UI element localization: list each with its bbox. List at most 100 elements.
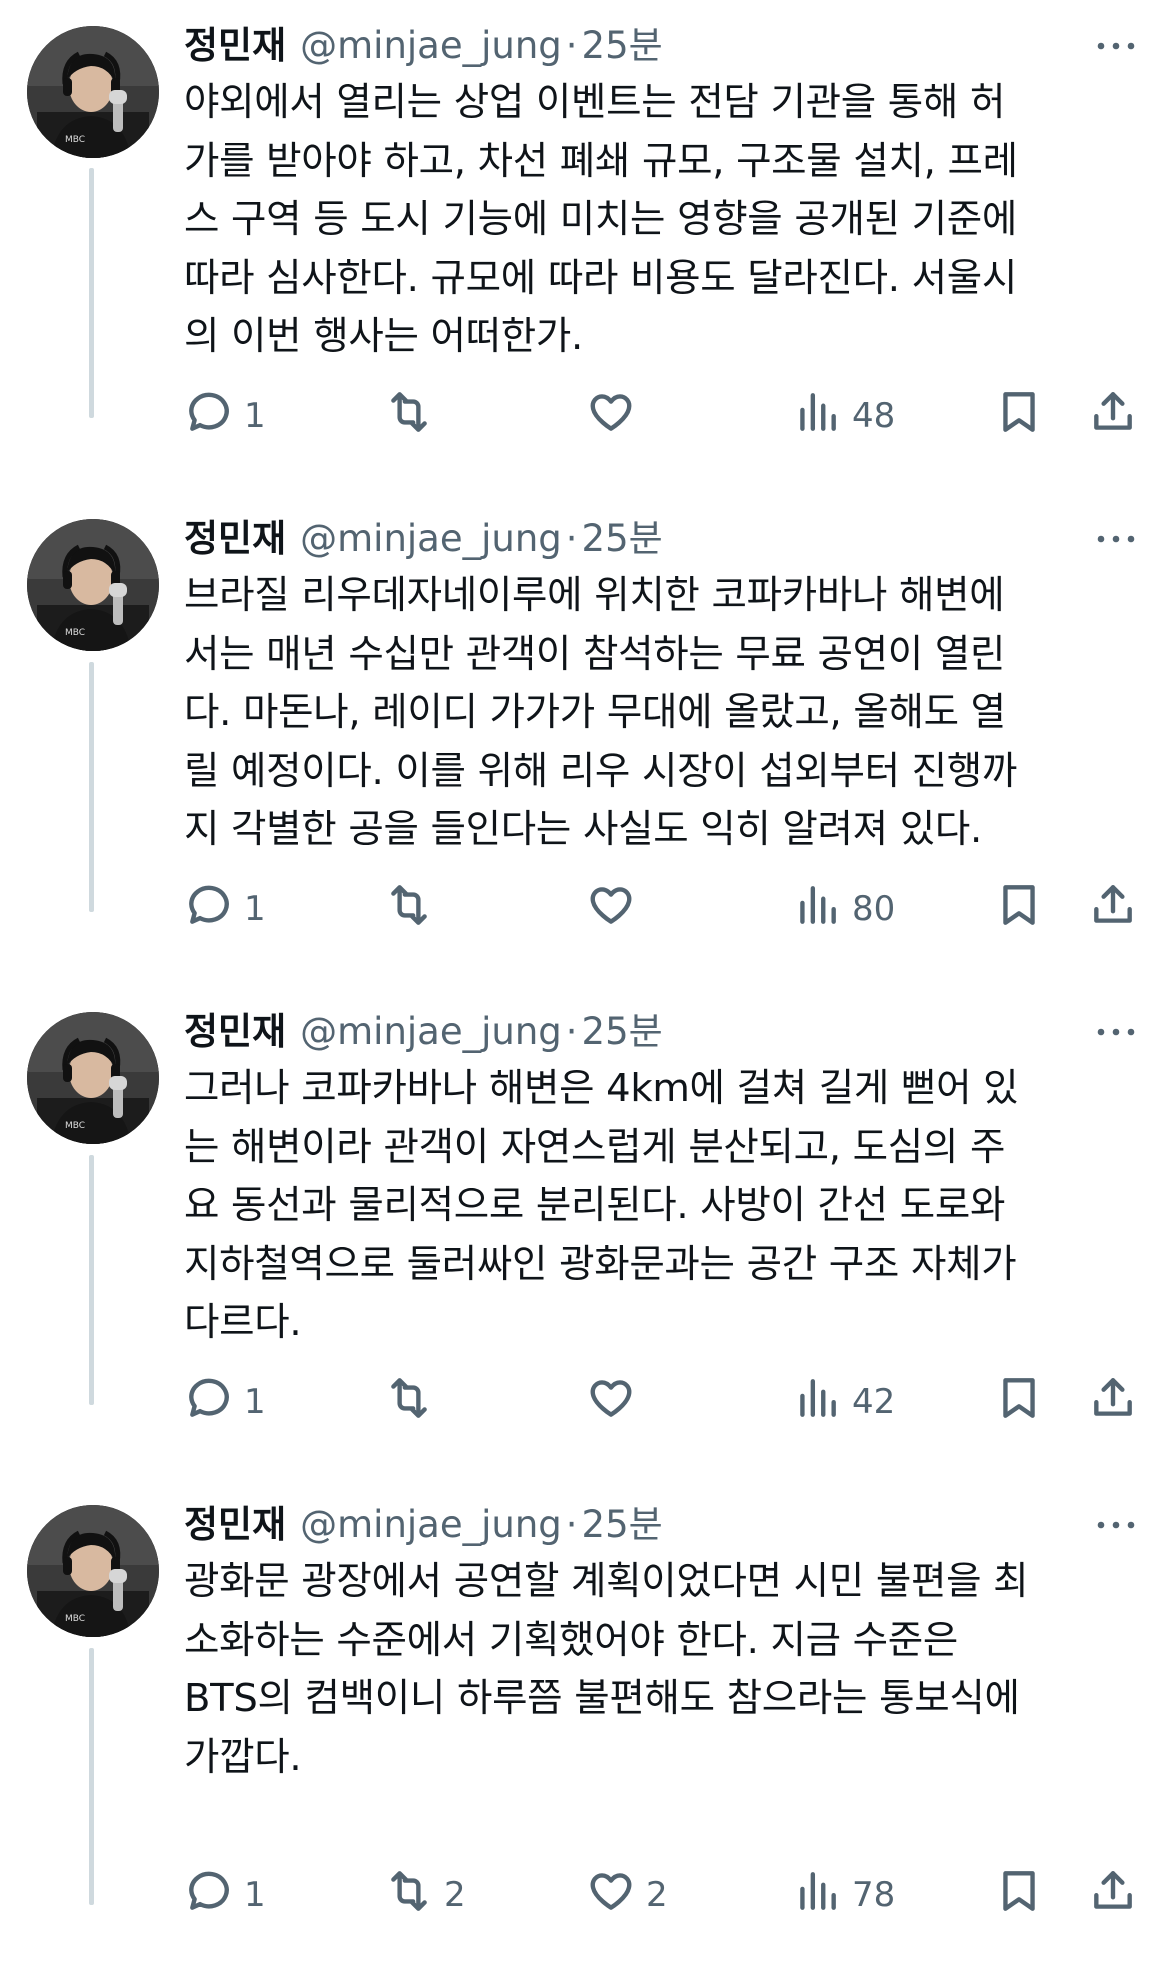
username[interactable]: @minjae_jung (300, 511, 562, 567)
tweet[interactable]: MBC 정민재 @minjae_jung · 25분 그러나 코파카바나 해변은… (0, 986, 1168, 1479)
separator-dot: · (565, 1503, 578, 1546)
reply-count: 1 (244, 889, 266, 929)
svg-text:MBC: MBC (65, 1614, 85, 1624)
views-button[interactable]: 42 (792, 1372, 895, 1432)
views-button[interactable]: 48 (792, 386, 895, 446)
avatar[interactable]: MBC (27, 26, 159, 158)
tweet-header: 정민재 @minjae_jung · 25분 (184, 1497, 1148, 1553)
retweet-icon (384, 1866, 434, 1925)
thread: MBC 정민재 @minjae_jung · 25분 야외에서 열리는 상업 이… (0, 0, 1168, 1915)
svg-text:MBC: MBC (65, 1121, 85, 1131)
avatar[interactable]: MBC (27, 1505, 159, 1637)
separator-dot: · (565, 24, 578, 67)
tweet-header: 정민재 @minjae_jung · 25분 (184, 18, 1148, 74)
more-icon[interactable] (1092, 18, 1140, 74)
bookmark-button[interactable] (994, 1865, 1044, 1925)
retweet-icon (384, 1373, 434, 1432)
share-button[interactable] (1088, 1865, 1138, 1925)
reply-button[interactable]: 1 (184, 879, 266, 939)
bookmark-button[interactable] (994, 879, 1044, 939)
tweet[interactable]: MBC 정민재 @minjae_jung · 25분 광화문 광장에서 공연할 … (0, 1479, 1168, 1972)
timestamp[interactable]: 25분 (582, 1004, 663, 1060)
tweet[interactable]: MBC 정민재 @minjae_jung · 25분 브라질 리우데자네이루에 … (0, 493, 1168, 986)
heart-icon (586, 1373, 636, 1432)
tweet-text: 광화문 광장에서 공연할 계획이었다면 시민 불편을 최 소화하는 수준에서 기… (184, 1559, 1029, 1780)
reply-icon (184, 880, 234, 939)
reply-icon (184, 1373, 234, 1432)
action-bar: 1 80 (184, 879, 1144, 939)
views-icon (792, 387, 842, 446)
svg-text:MBC: MBC (65, 628, 85, 638)
retweet-icon (384, 387, 434, 446)
tweet-header: 정민재 @minjae_jung · 25분 (184, 511, 1148, 567)
bookmark-button[interactable] (994, 386, 1044, 446)
retweet-button[interactable] (384, 1372, 444, 1432)
timestamp[interactable]: 25분 (582, 1497, 663, 1553)
timestamp[interactable]: 25분 (582, 511, 663, 567)
like-button[interactable] (586, 1372, 646, 1432)
tweet[interactable]: MBC 정민재 @minjae_jung · 25분 야외에서 열리는 상업 이… (0, 0, 1168, 493)
retweet-icon (384, 880, 434, 939)
tweet-header: 정민재 @minjae_jung · 25분 (184, 1004, 1148, 1060)
reply-count: 1 (244, 396, 266, 436)
bookmark-icon (994, 387, 1044, 446)
heart-icon (586, 387, 636, 446)
reply-icon (184, 1866, 234, 1925)
separator-dot: · (565, 517, 578, 560)
retweet-button[interactable] (384, 386, 444, 446)
views-icon (792, 1866, 842, 1925)
share-button[interactable] (1088, 1372, 1138, 1432)
tweet-text: 브라질 리우데자네이루에 위치한 코파카바나 해변에 서는 매년 수십만 관객이… (184, 573, 1018, 852)
action-bar: 1 42 (184, 1372, 1144, 1432)
bookmark-button[interactable] (994, 1372, 1044, 1432)
more-icon[interactable] (1092, 1004, 1140, 1060)
like-count: 2 (646, 1875, 668, 1915)
tweet-text: 야외에서 열리는 상업 이벤트는 전담 기관을 통해 허 가를 받아야 하고, … (184, 80, 1018, 359)
share-icon (1088, 880, 1138, 939)
heart-icon (586, 1866, 636, 1925)
display-name[interactable]: 정민재 (184, 1497, 286, 1553)
avatar[interactable]: MBC (27, 519, 159, 651)
share-icon (1088, 387, 1138, 446)
more-icon[interactable] (1092, 511, 1140, 567)
bookmark-icon (994, 1373, 1044, 1432)
username[interactable]: @minjae_jung (300, 1004, 562, 1060)
bookmark-icon (994, 1866, 1044, 1925)
username[interactable]: @minjae_jung (300, 18, 562, 74)
views-button[interactable]: 78 (792, 1865, 895, 1925)
views-count: 48 (852, 396, 896, 436)
views-count: 80 (852, 889, 896, 929)
like-button[interactable]: 2 (586, 1865, 668, 1925)
display-name[interactable]: 정민재 (184, 511, 286, 567)
separator-dot: · (565, 1010, 578, 1053)
more-icon[interactable] (1092, 1497, 1140, 1553)
reply-button[interactable]: 1 (184, 1865, 266, 1925)
username[interactable]: @minjae_jung (300, 1497, 562, 1553)
timestamp[interactable]: 25분 (582, 18, 663, 74)
share-button[interactable] (1088, 386, 1138, 446)
reply-count: 1 (244, 1875, 266, 1915)
reply-icon (184, 387, 234, 446)
svg-text:MBC: MBC (65, 135, 85, 145)
like-button[interactable] (586, 386, 646, 446)
retweet-button[interactable] (384, 879, 444, 939)
like-button[interactable] (586, 879, 646, 939)
views-count: 42 (852, 1382, 896, 1422)
heart-icon (586, 880, 636, 939)
views-count: 78 (852, 1875, 896, 1915)
display-name[interactable]: 정민재 (184, 1004, 286, 1060)
retweet-button[interactable]: 2 (384, 1865, 466, 1925)
reply-button[interactable]: 1 (184, 386, 266, 446)
avatar[interactable]: MBC (27, 1012, 159, 1144)
display-name[interactable]: 정민재 (184, 18, 286, 74)
bookmark-icon (994, 880, 1044, 939)
tweet-text: 그러나 코파카바나 해변은 4km에 걸쳐 길게 뻗어 있 는 해변이라 관객이… (184, 1066, 1019, 1345)
share-icon (1088, 1373, 1138, 1432)
views-icon (792, 1373, 842, 1432)
share-icon (1088, 1866, 1138, 1925)
views-button[interactable]: 80 (792, 879, 895, 939)
share-button[interactable] (1088, 879, 1138, 939)
reply-button[interactable]: 1 (184, 1372, 266, 1432)
views-icon (792, 880, 842, 939)
action-bar: 1 48 (184, 386, 1144, 446)
